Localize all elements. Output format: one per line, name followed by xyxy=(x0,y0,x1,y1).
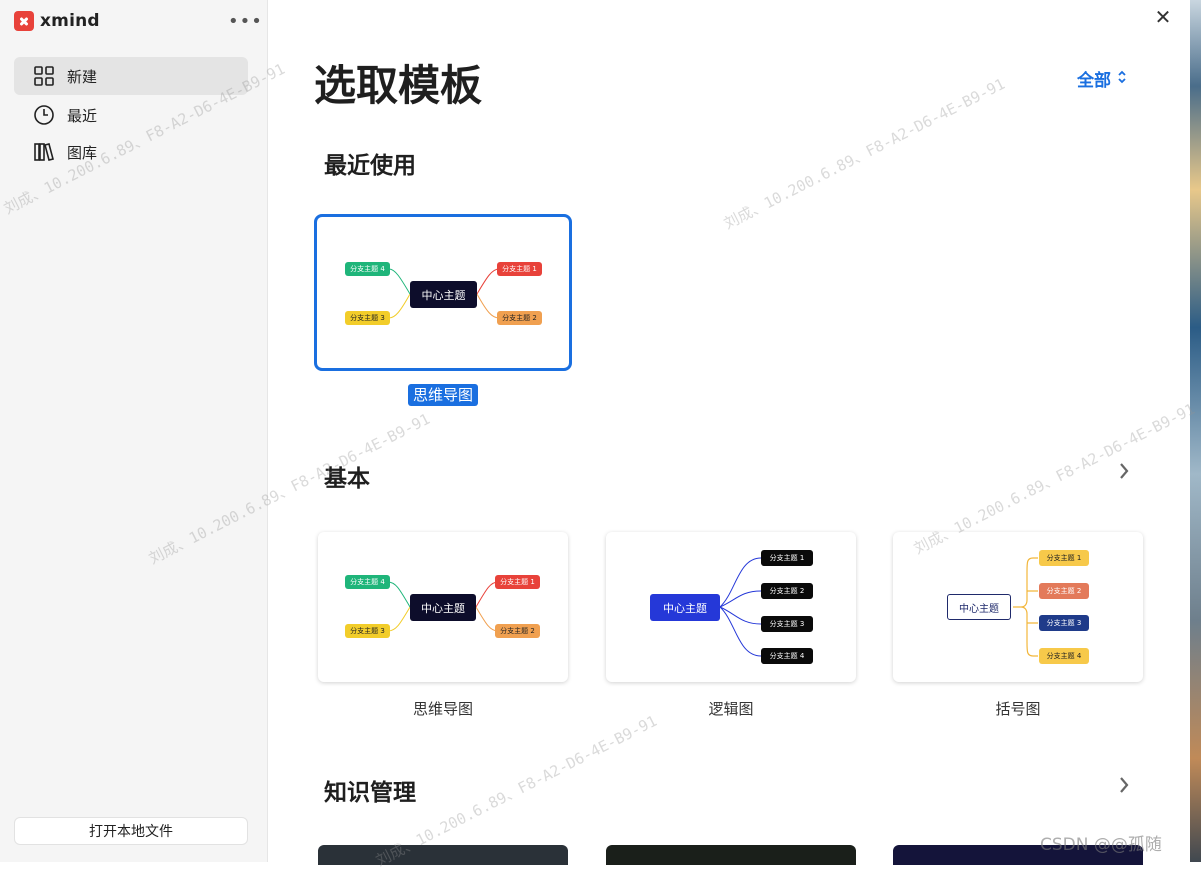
branch-node-1: 分支主题 1 xyxy=(761,550,813,566)
template-card-mindmap[interactable]: 中心主题 分支主题 1 分支主题 2 分支主题 3 分支主题 4 xyxy=(318,532,568,682)
branch-node-4: 分支主题 4 xyxy=(345,262,390,276)
branch-node-1: 分支主题 1 xyxy=(495,575,540,589)
sidebar-item-library[interactable]: 图库 xyxy=(14,133,248,171)
section-title-basic: 基本 xyxy=(324,466,370,492)
brace-connectors xyxy=(1013,557,1038,657)
template-label-brace: 括号图 xyxy=(995,700,1041,718)
grid-icon xyxy=(33,65,55,87)
template-card-knowledge-2[interactable] xyxy=(606,845,856,865)
sidebar-item-label: 图库 xyxy=(67,143,98,162)
branch-node-2: 分支主题 2 xyxy=(495,624,540,638)
chevron-right-icon[interactable] xyxy=(1118,461,1130,487)
template-label-mindmap: 思维导图 xyxy=(412,700,473,718)
branch-node-4: 分支主题 4 xyxy=(345,575,390,589)
branch-node-2: 分支主题 2 xyxy=(1039,583,1089,599)
sidebar-item-label: 新建 xyxy=(67,67,98,86)
logic-connectors xyxy=(719,557,762,657)
template-label-recent-mindmap: 思维导图 xyxy=(318,384,568,406)
branch-node-4: 分支主题 4 xyxy=(1039,648,1089,664)
center-topic-node: 中心主题 xyxy=(650,594,720,621)
close-icon[interactable]: ✕ xyxy=(1152,6,1174,28)
template-card-knowledge-1[interactable] xyxy=(318,845,568,865)
xmind-logo-icon xyxy=(14,11,34,31)
template-card-brace[interactable]: 中心主题 分支主题 1 分支主题 2 分支主题 3 分支主题 4 xyxy=(893,532,1143,682)
section-title-recent: 最近使用 xyxy=(324,153,416,179)
filter-label: 全部 xyxy=(1077,71,1111,91)
center-topic-node: 中心主题 xyxy=(410,594,476,621)
branch-node-1: 分支主题 1 xyxy=(497,262,542,276)
chevron-right-icon[interactable] xyxy=(1118,775,1130,801)
template-card-logic[interactable]: 中心主题 分支主题 1 分支主题 2 分支主题 3 分支主题 4 xyxy=(606,532,856,682)
branch-node-3: 分支主题 3 xyxy=(1039,615,1089,631)
center-topic-node: 中心主题 xyxy=(410,281,477,308)
sidebar: xmind ••• 新建 最近 图库 打开本地文件 xyxy=(0,0,268,862)
app-name: xmind xyxy=(40,11,100,31)
center-topic-node: 中心主题 xyxy=(947,594,1011,620)
branch-node-3: 分支主题 3 xyxy=(345,311,390,325)
template-card-recent-mindmap[interactable]: 中心主题 分支主题 1 分支主题 2 分支主题 3 分支主题 4 xyxy=(314,214,572,371)
branch-node-4: 分支主题 4 xyxy=(761,648,813,664)
page-title: 选取模板 xyxy=(314,61,483,110)
desktop-background-strip xyxy=(1190,0,1201,862)
open-local-file-button[interactable]: 打开本地文件 xyxy=(14,817,248,845)
chevron-updown-icon xyxy=(1117,69,1127,89)
template-label-logic: 逻辑图 xyxy=(708,700,754,718)
clock-icon xyxy=(33,104,55,126)
section-title-knowledge: 知识管理 xyxy=(324,780,416,806)
sidebar-item-new[interactable]: 新建 xyxy=(14,57,248,95)
branch-node-2: 分支主题 2 xyxy=(761,583,813,599)
more-options-icon[interactable]: ••• xyxy=(228,11,263,32)
credit-text: CSDN @@孤随 xyxy=(1040,835,1162,855)
library-icon xyxy=(33,141,55,163)
sidebar-item-label: 最近 xyxy=(67,106,98,125)
app-logo: xmind xyxy=(14,11,100,31)
sidebar-item-recent[interactable]: 最近 xyxy=(14,96,248,134)
branch-node-3: 分支主题 3 xyxy=(761,616,813,632)
branch-node-1: 分支主题 1 xyxy=(1039,550,1089,566)
filter-dropdown[interactable]: 全部 xyxy=(1077,66,1127,91)
branch-node-3: 分支主题 3 xyxy=(345,624,390,638)
watermark: 刘成、10.200.6.89、F8-A2-D6-4E-B9-91 xyxy=(720,74,1008,233)
branch-node-2: 分支主题 2 xyxy=(497,311,542,325)
